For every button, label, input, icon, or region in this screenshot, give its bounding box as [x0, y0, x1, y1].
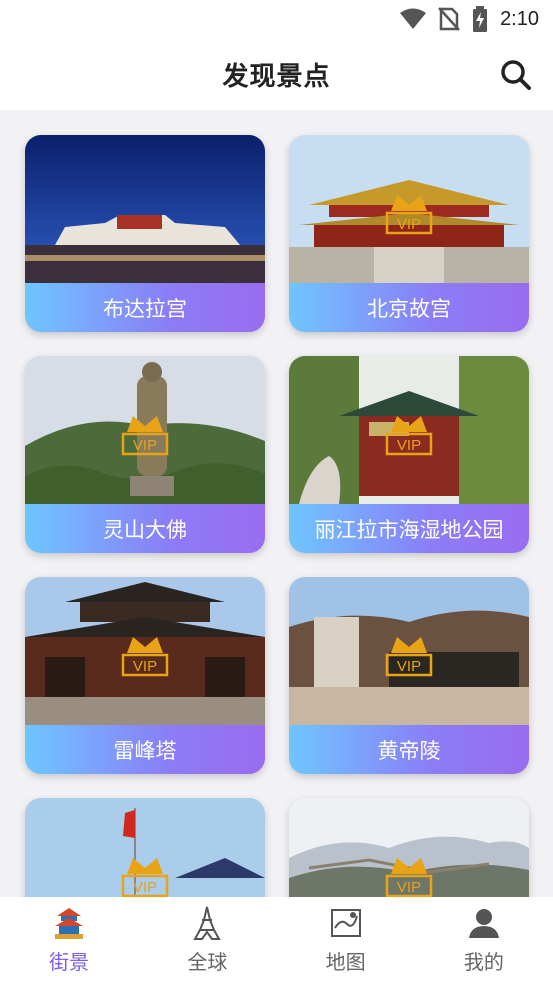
vip-badge: VIP	[385, 412, 433, 456]
vip-badge: VIP	[121, 854, 169, 897]
status-time: 2:10	[500, 7, 539, 30]
tab-label: 地图	[325, 949, 366, 974]
scenic-card[interactable]: VIP 黄帝陵	[289, 577, 529, 774]
scenic-name: 黄帝陵	[289, 725, 529, 774]
user-icon	[467, 906, 501, 940]
app-header: 发现景点	[0, 38, 553, 110]
tab-street-view[interactable]: 街景	[24, 906, 114, 975]
temple-icon	[52, 906, 86, 940]
eiffel-tower-icon	[190, 906, 224, 940]
status-bar: 2:10	[0, 0, 553, 38]
scenic-card[interactable]: VIP 丽江拉市海湿地公园	[289, 356, 529, 553]
scenic-name: 北京故宫	[289, 283, 529, 332]
vip-text: VIP	[133, 658, 157, 675]
scenic-spot-grid[interactable]: 布达拉宫 VIP 北京故宫 VIP 灵山大佛 VIP 丽江拉市海湿地公园 VIP…	[0, 110, 553, 897]
scenic-card[interactable]: VIP 雷峰塔	[25, 577, 265, 774]
vip-badge: VIP	[121, 633, 169, 677]
map-icon	[329, 906, 363, 940]
vip-text: VIP	[133, 879, 157, 896]
bottom-tab-bar: 街景 全球 地图 我的	[0, 897, 553, 983]
tab-global[interactable]: 全球	[162, 906, 252, 975]
scenic-photo	[25, 135, 265, 283]
battery-charging-icon	[473, 6, 488, 32]
tab-profile[interactable]: 我的	[439, 906, 529, 975]
wifi-icon	[400, 8, 427, 29]
search-button[interactable]	[497, 56, 535, 94]
vip-badge: VIP	[121, 412, 169, 456]
tab-label: 全球	[187, 949, 228, 974]
scenic-card[interactable]: 布达拉宫	[25, 135, 265, 332]
scenic-card[interactable]: VIP	[25, 798, 265, 897]
vip-badge: VIP	[385, 633, 433, 677]
tab-label: 街景	[49, 949, 90, 974]
tab-map[interactable]: 地图	[301, 906, 391, 975]
vip-badge: VIP	[385, 854, 433, 897]
scenic-name: 布达拉宫	[25, 283, 265, 332]
vip-badge: VIP	[385, 191, 433, 235]
vip-text: VIP	[133, 437, 157, 454]
page-title: 发现景点	[222, 61, 331, 92]
tab-label: 我的	[463, 949, 504, 974]
scenic-card[interactable]: VIP	[289, 798, 529, 897]
vip-text: VIP	[397, 437, 421, 454]
scenic-name: 雷峰塔	[25, 725, 265, 774]
scenic-name: 灵山大佛	[25, 504, 265, 553]
vip-text: VIP	[397, 216, 421, 233]
scenic-name: 丽江拉市海湿地公园	[289, 504, 529, 553]
no-sim-icon	[438, 7, 460, 31]
scenic-card[interactable]: VIP 北京故宫	[289, 135, 529, 332]
vip-text: VIP	[397, 658, 421, 675]
search-icon	[501, 60, 531, 90]
vip-text: VIP	[397, 879, 421, 896]
scenic-card[interactable]: VIP 灵山大佛	[25, 356, 265, 553]
